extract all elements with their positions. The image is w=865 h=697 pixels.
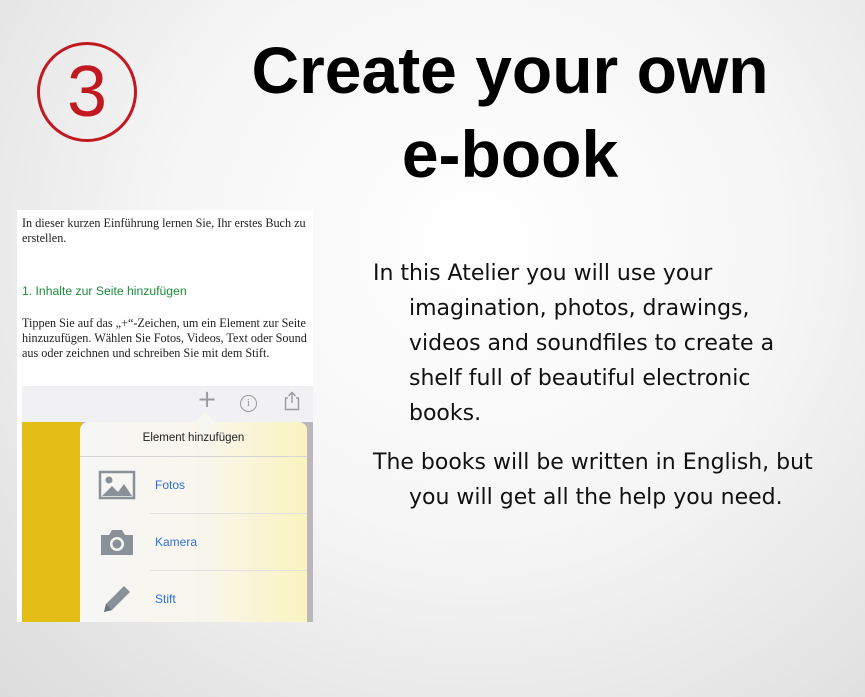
- body-paragraph-2: The books will be written in English, bu…: [373, 450, 813, 510]
- photo-icon: [98, 470, 136, 500]
- app-toolbar: + i: [22, 386, 313, 422]
- title-line-2: e-book: [401, 117, 619, 191]
- title-line-1: Create your own: [251, 33, 769, 107]
- app-device-view: + i Element hinzufügen Fotos Kamera Stif…: [22, 386, 313, 622]
- info-icon[interactable]: i: [240, 395, 257, 412]
- slide-number: 3: [66, 52, 108, 132]
- app-screenshot: In dieser kurzen Einführung lernen Sie, …: [17, 210, 313, 622]
- popover-item-label: Stift: [155, 592, 176, 606]
- book-page-background: [22, 422, 82, 622]
- instruction-text: Tippen Sie auf das „+“-Zeichen, um ein E…: [22, 316, 307, 360]
- pencil-icon: [104, 586, 130, 612]
- slide-body: In this Atelier you will use your imagin…: [373, 256, 823, 529]
- popover-item-stift[interactable]: Stift: [80, 571, 307, 622]
- popover-item-kamera[interactable]: Kamera: [80, 514, 307, 571]
- slide-title: Create your own e-book: [180, 28, 840, 196]
- section-heading: 1. Inhalte zur Seite hinzufügen: [22, 284, 187, 298]
- plus-icon[interactable]: +: [197, 387, 217, 411]
- popover-title: Element hinzufügen: [142, 432, 245, 444]
- slide-number-badge: 3: [37, 42, 137, 142]
- intro-text: In dieser kurzen Einführung lernen Sie, …: [22, 216, 306, 245]
- popover-item-fotos[interactable]: Fotos: [80, 457, 307, 514]
- camera-icon: [101, 530, 133, 555]
- popover-item-label: Fotos: [155, 478, 186, 492]
- add-element-popover: Element hinzufügen Fotos Kamera Stift: [80, 412, 307, 622]
- share-icon[interactable]: [284, 391, 300, 417]
- page-edge: [307, 422, 313, 622]
- body-paragraph-1: In this Atelier you will use your imagin…: [373, 261, 775, 426]
- popover-item-label: Kamera: [155, 535, 198, 549]
